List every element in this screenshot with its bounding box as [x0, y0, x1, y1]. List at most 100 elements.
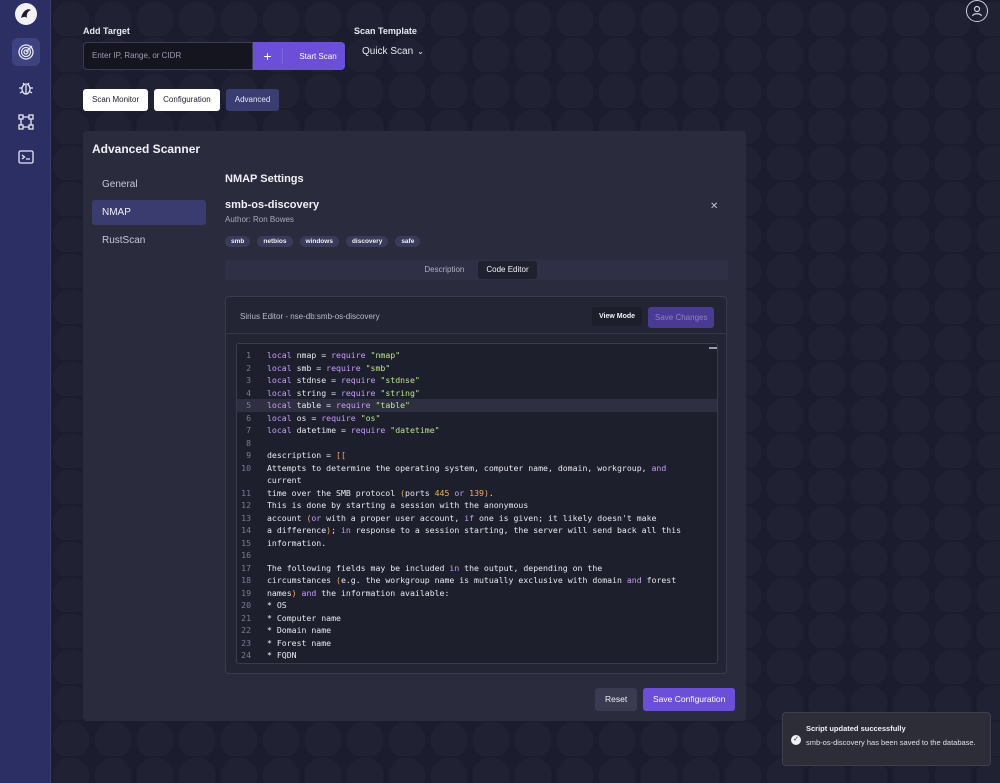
line-number: 4	[246, 387, 251, 398]
line-number: 19	[241, 587, 251, 598]
nav-item-rustscan[interactable]: RustScan	[92, 228, 206, 253]
success-toast: ✓ Script updated successfully smb-os-dis…	[782, 712, 991, 766]
network-nav-icon[interactable]	[12, 108, 40, 136]
code-line: 13 account (or with a proper user account…	[237, 512, 717, 525]
code-line: 22 * Domain name	[237, 624, 717, 637]
plus-icon: +	[253, 48, 283, 64]
code-text: * Forest name	[267, 637, 332, 648]
reset-button[interactable]: Reset	[595, 688, 638, 711]
code-line: 21 * Computer name	[237, 612, 717, 625]
scan-template-label: Scan Template	[354, 26, 417, 36]
code-line: 2 local smb = require "smb"	[237, 362, 717, 375]
chevron-down-icon: ⌄	[417, 47, 424, 56]
line-number: 14	[241, 525, 251, 535]
tab-advanced[interactable]: Advanced	[225, 89, 280, 111]
line-number: 18	[241, 575, 251, 585]
code-line: 11 time over the SMB protocol (ports 445 …	[237, 487, 717, 500]
code-line: 6 local os = require "os"	[237, 412, 717, 425]
line-number: 24	[241, 650, 251, 660]
nav-item-general[interactable]: General	[92, 172, 206, 197]
code-text: description = [[	[267, 450, 346, 460]
code-text: information.	[267, 537, 327, 548]
app-logo-icon[interactable]	[15, 3, 37, 25]
bug-nav-icon[interactable]	[12, 74, 40, 102]
code-text: local nmap = require "nmap"	[267, 350, 401, 360]
toast-title: Script updated successfully	[806, 724, 906, 733]
tag: windows	[299, 236, 339, 247]
code-line: 18 circumstances (e.g. the workgroup name…	[237, 574, 717, 587]
tag: safe	[395, 236, 421, 247]
code-text: * Domain name	[267, 625, 332, 635]
code-line: 23 * Forest name	[237, 637, 717, 650]
nav-item-nmap[interactable]: NMAP	[92, 200, 206, 225]
code-text: Attempts to determine the operating syst…	[267, 462, 667, 473]
code-text: * Computer name	[267, 612, 341, 623]
code-line: 1 local nmap = require "nmap"	[237, 349, 717, 362]
start-scan-button[interactable]: + Start Scan	[253, 42, 345, 70]
script-author: Author: Ron Bowes	[225, 215, 294, 224]
check-circle-icon: ✓	[791, 735, 801, 745]
tag: netbios	[257, 236, 293, 247]
line-number: 10	[241, 462, 251, 473]
panel-title: Advanced Scanner	[92, 142, 201, 156]
code-text: local os = require "os"	[267, 412, 381, 423]
line-number: 6	[246, 412, 251, 423]
sidebar	[0, 0, 51, 783]
code-line: 4 local string = require "string"	[237, 387, 717, 400]
view-mode-button[interactable]: View Mode	[592, 307, 643, 326]
code-text: The following fields may be included in …	[267, 562, 603, 573]
code-text: local smb = require "smb"	[267, 362, 391, 373]
section-title: NMAP Settings	[225, 173, 304, 185]
code-line: 14 a difference); in response to a sessio…	[237, 524, 717, 537]
code-line: 24 * FQDN	[237, 649, 717, 662]
line-number: 23	[241, 637, 251, 648]
save-changes-button[interactable]: Save Changes	[648, 307, 715, 328]
script-name: smb-os-discovery	[225, 199, 320, 211]
code-line: 9 description = [[	[237, 449, 717, 462]
scan-template-value: Quick Scan	[362, 46, 414, 57]
user-profile-icon[interactable]	[966, 0, 988, 22]
code-line: 3 local stdnse = require "stdnse"	[237, 374, 717, 387]
scanner-nav-icon[interactable]	[12, 38, 40, 66]
save-configuration-button[interactable]: Save Configuration	[643, 688, 736, 711]
start-scan-label: Start Scan	[299, 51, 337, 61]
code-text: local string = require "string"	[267, 387, 420, 398]
divider	[226, 333, 726, 334]
code-line: 16	[237, 549, 717, 562]
line-number: 3	[246, 375, 251, 385]
tab-description[interactable]: Description	[416, 261, 472, 279]
code-text: local table = require "table"	[267, 400, 410, 410]
code-text: names) and the information available:	[267, 587, 450, 598]
line-number: 17	[241, 562, 251, 573]
line-number: 21	[241, 612, 251, 623]
code-area[interactable]: 1 local nmap = require "nmap" 2 local smb =…	[236, 343, 718, 664]
code-text: * FQDN	[267, 650, 297, 660]
tag: discovery	[345, 236, 389, 247]
line-number: 2	[246, 362, 251, 373]
code-line: 15 information.	[237, 537, 717, 550]
terminal-nav-icon[interactable]	[12, 143, 40, 171]
target-input[interactable]: Enter IP, Range, or CIDR	[83, 42, 253, 70]
line-number: 12	[241, 500, 251, 510]
script-tags: smb netbios windows discovery safe	[225, 236, 421, 247]
code-line: 7 local datetime = require "datetime"	[237, 424, 717, 437]
code-line: current	[237, 474, 717, 487]
editor-title: Sirius Editor - nse-db:smb-os-discovery	[240, 312, 380, 321]
line-number: 13	[241, 512, 251, 523]
tab-configuration[interactable]: Configuration	[154, 89, 220, 111]
line-number: 1	[246, 350, 251, 360]
close-icon[interactable]: ✕	[710, 201, 718, 212]
code-text: a difference); in response to a session …	[267, 525, 682, 535]
line-number: 9	[246, 450, 251, 460]
code-text: circumstances (e.g. the workgroup name i…	[267, 575, 677, 585]
code-editor: Sirius Editor - nse-db:smb-os-discovery …	[225, 296, 727, 674]
tab-code-editor[interactable]: Code Editor	[478, 261, 537, 279]
tab-scan-monitor[interactable]: Scan Monitor	[83, 89, 149, 111]
scan-template-select[interactable]: Quick Scan ⌄	[362, 46, 424, 57]
code-text: local datetime = require "datetime"	[267, 425, 440, 435]
main-tabs: Scan Monitor Configuration Advanced	[83, 89, 280, 111]
code-text: current	[267, 475, 302, 485]
code-text: time over the SMB protocol (ports 445 or…	[267, 487, 494, 498]
line-number: 5	[246, 400, 251, 410]
tag: smb	[225, 236, 251, 247]
